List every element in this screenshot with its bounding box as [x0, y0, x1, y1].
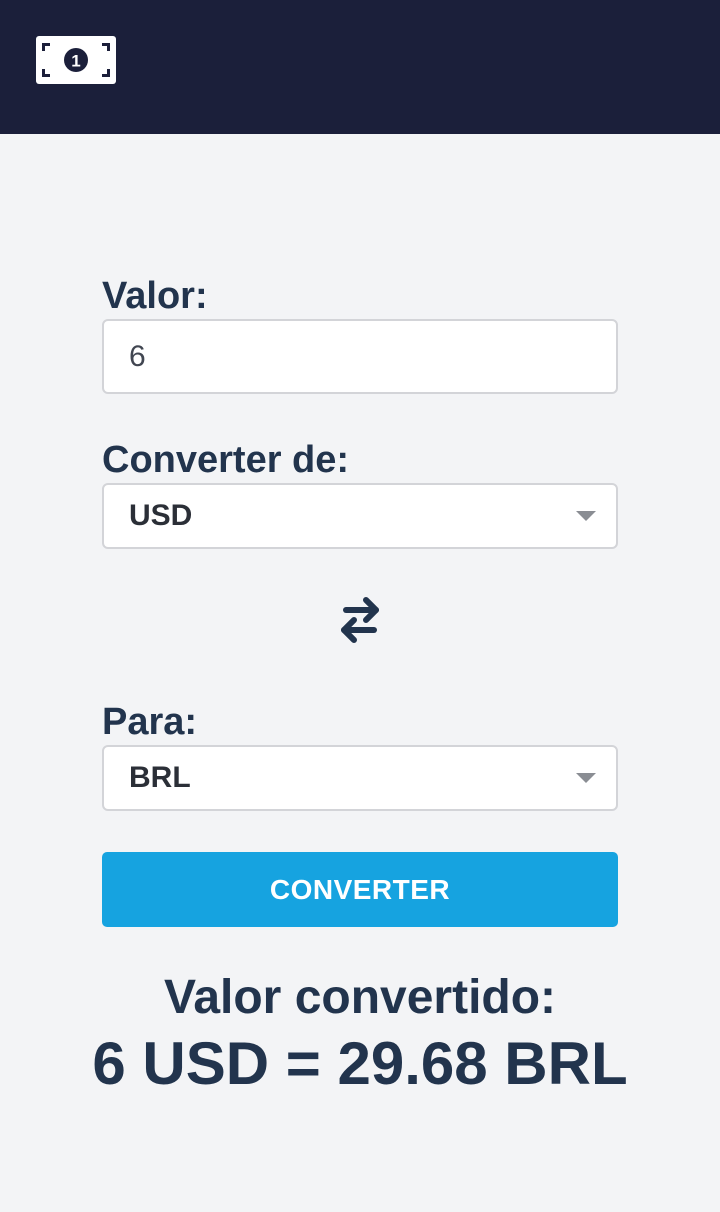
from-currency-select[interactable]: USD	[102, 483, 618, 549]
amount-input[interactable]: 6	[102, 319, 618, 394]
chevron-down-icon	[576, 773, 596, 783]
banknote-digit: 1	[71, 52, 80, 71]
convert-button[interactable]: CONVERTER	[102, 852, 618, 927]
amount-value: 6	[129, 339, 146, 373]
to-currency-value: BRL	[129, 761, 191, 794]
result-title: Valor convertido:	[163, 971, 557, 1024]
to-currency-select[interactable]: BRL	[102, 745, 618, 811]
app-header: 1	[0, 0, 720, 134]
swap-arrows-icon[interactable]	[336, 594, 384, 646]
to-currency-label: Para:	[102, 701, 198, 743]
from-currency-label: Converter de:	[102, 439, 350, 481]
app: 1 Valor: 6 Converter de: USD Para: BRL C…	[0, 0, 720, 1212]
result-value: 6 USD = 29.68 BRL	[92, 1030, 628, 1097]
amount-label: Valor:	[102, 275, 208, 317]
chevron-down-icon	[576, 511, 596, 521]
from-currency-value: USD	[129, 499, 193, 532]
banknote-icon: 1	[36, 36, 116, 84]
